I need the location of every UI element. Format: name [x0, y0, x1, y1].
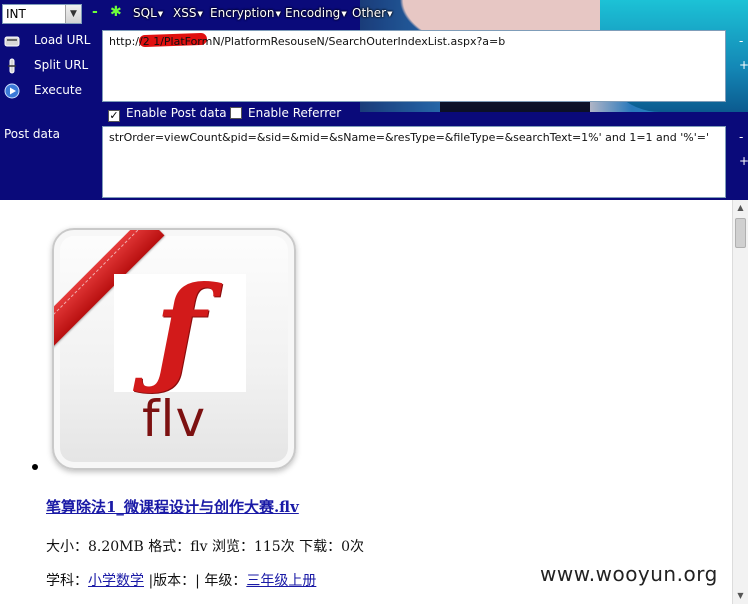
load-url-button[interactable]: Load URL: [0, 30, 100, 52]
chevron-down-icon: ▼: [341, 9, 347, 18]
increment-button[interactable]: ✱: [110, 4, 122, 20]
chevron-down-icon: ▼: [275, 9, 281, 18]
menu-other[interactable]: Other▼: [352, 6, 392, 22]
url-shrink-button[interactable]: -: [739, 34, 743, 48]
enable-referrer-toggle[interactable]: Enable Referrer: [230, 106, 341, 122]
hackbar-toolbar: INT ▼ - ✱ SQL▼ XSS▼ Encryption▼ Encoding…: [0, 0, 748, 200]
page-content: ƒ flv 笔算除法1_微课程设计与创作大赛.flv 大小：8.20MB 格式：…: [0, 200, 732, 604]
scroll-down-icon[interactable]: ▼: [733, 588, 748, 604]
flv-icon-caption: flv: [141, 390, 207, 448]
post-grow-button[interactable]: +: [739, 154, 748, 168]
enable-post-data-label: Enable Post data: [126, 106, 227, 120]
type-select[interactable]: INT ▼: [2, 4, 82, 24]
enable-post-data-toggle[interactable]: ✓ Enable Post data: [108, 106, 227, 122]
flv-file-icon[interactable]: ƒ flv: [52, 228, 296, 470]
flash-icon: ƒ: [154, 260, 206, 399]
menu-encoding-label: Encoding: [285, 6, 341, 20]
list-bullet: [32, 464, 38, 470]
grade-link[interactable]: 三年级上册: [246, 573, 316, 589]
post-data-input[interactable]: strOrder=viewCount&pid=&sid=&mid=&sName=…: [102, 126, 726, 198]
menu-xss-label: XSS: [173, 6, 197, 20]
post-shrink-button[interactable]: -: [739, 130, 743, 144]
load-url-label: Load URL: [34, 33, 91, 47]
enable-referrer-checkbox[interactable]: [230, 107, 242, 119]
url-grow-button[interactable]: +: [739, 58, 748, 72]
file-category-line: 学科：小学数学 |版本：| 年级：三年级上册: [46, 570, 316, 590]
post-data-text: strOrder=viewCount&pid=&sid=&mid=&sName=…: [109, 131, 709, 144]
chevron-down-icon: ▼: [197, 9, 203, 18]
chevron-down-icon: ▼: [157, 9, 164, 18]
scroll-up-icon[interactable]: ▲: [733, 200, 748, 216]
file-title-link[interactable]: 笔算除法1_微课程设计与创作大赛.flv: [46, 496, 299, 517]
type-select-value: INT: [6, 7, 26, 21]
menu-encryption[interactable]: Encryption▼: [210, 6, 281, 22]
menu-xss[interactable]: XSS▼: [173, 6, 203, 22]
post-data-label: Post data: [4, 127, 60, 141]
execute-button[interactable]: Execute: [0, 80, 100, 102]
chevron-down-icon[interactable]: ▼: [65, 5, 81, 23]
url-input[interactable]: http://2 1/PlatFormN/PlatformResouseN/Se…: [102, 30, 726, 102]
split-url-button[interactable]: Split URL: [0, 55, 100, 77]
menu-encryption-label: Encryption: [210, 6, 275, 20]
execute-label: Execute: [34, 83, 82, 97]
enable-post-data-checkbox[interactable]: ✓: [108, 110, 120, 122]
menu-encoding[interactable]: Encoding▼: [285, 6, 347, 22]
decrement-button[interactable]: -: [92, 4, 102, 20]
menu-sql-label: SQL: [133, 6, 157, 20]
subject-link[interactable]: 小学数学: [88, 573, 144, 589]
edition-label: |版本：| 年级：: [148, 573, 247, 589]
split-url-icon: [8, 58, 16, 74]
url-text: http://2 1/PlatFormN/PlatformResouseN/Se…: [109, 35, 506, 48]
play-icon: [4, 83, 20, 99]
menu-sql[interactable]: SQL▼: [133, 6, 163, 22]
scrollbar-thumb[interactable]: [735, 218, 746, 248]
load-url-icon: [4, 36, 20, 47]
chevron-down-icon: ▼: [387, 9, 393, 18]
split-url-label: Split URL: [34, 58, 89, 72]
vertical-scrollbar[interactable]: ▲ ▼: [732, 200, 748, 604]
menu-other-label: Other: [352, 6, 387, 20]
file-meta: 大小：8.20MB 格式：flv 浏览：115次 下载：0次: [46, 539, 365, 555]
subject-label: 学科：: [46, 573, 88, 589]
enable-referrer-label: Enable Referrer: [248, 106, 342, 120]
watermark: www.wooyun.org: [540, 562, 718, 586]
